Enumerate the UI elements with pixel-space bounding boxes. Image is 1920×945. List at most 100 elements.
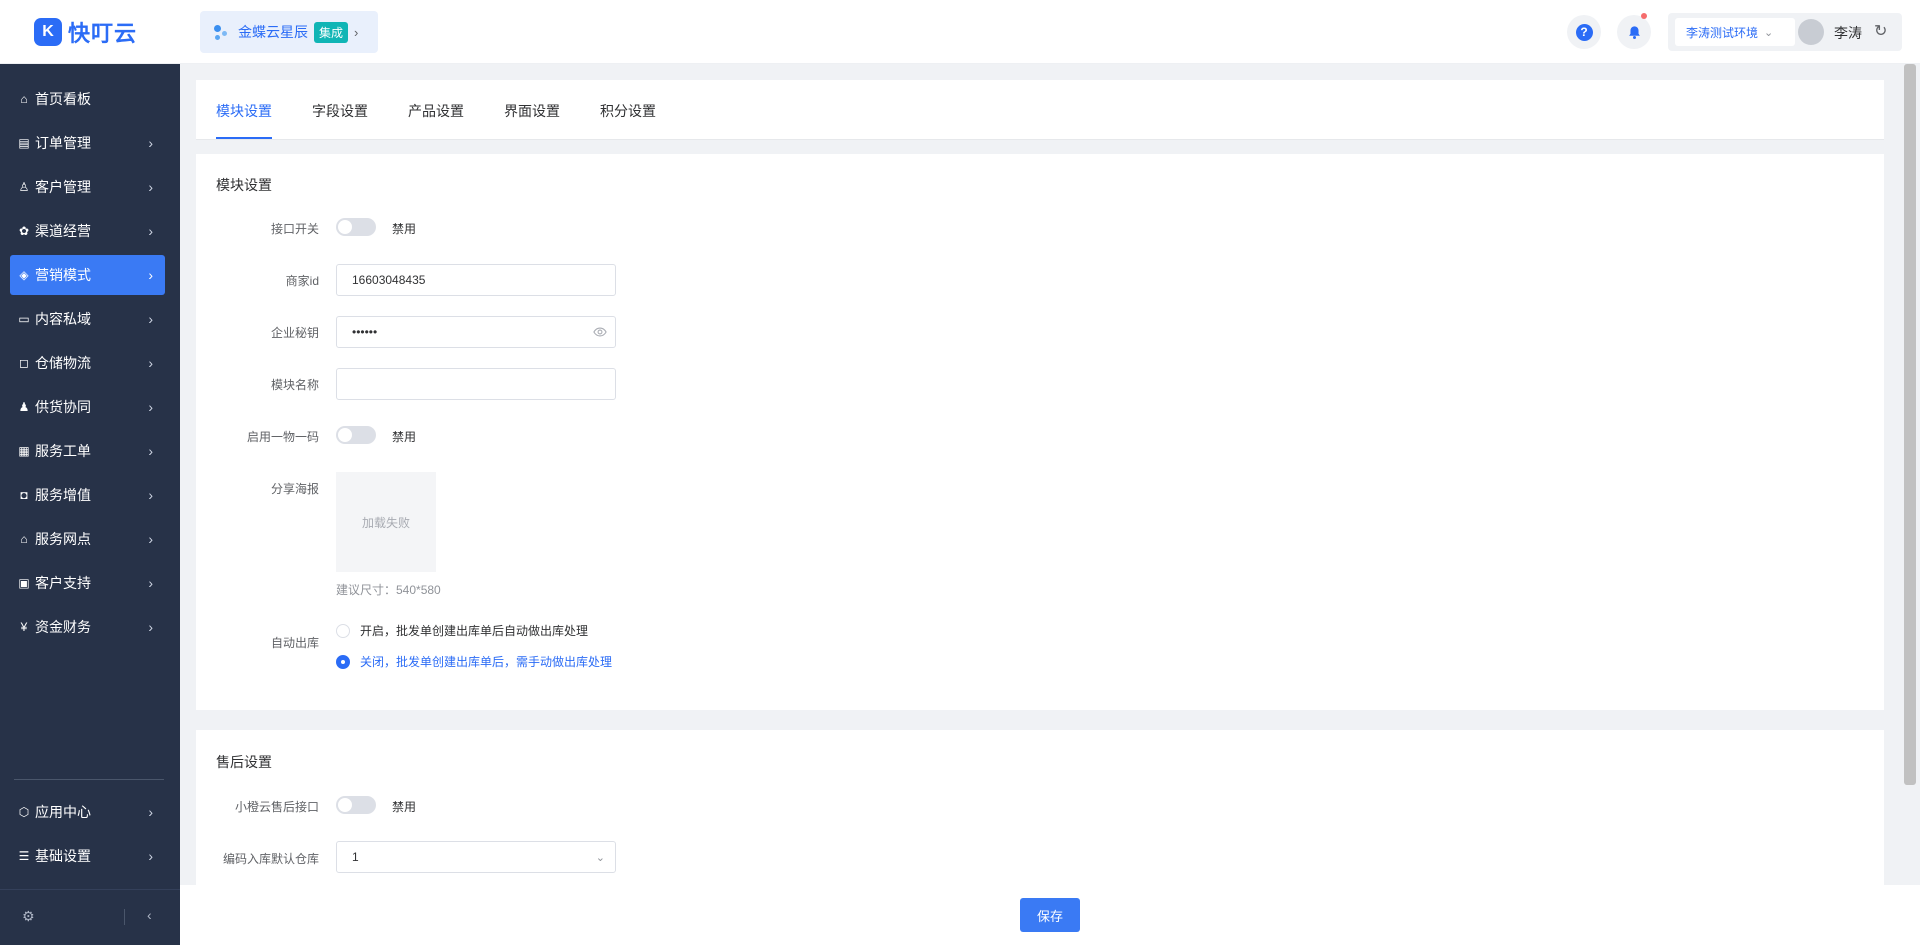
- sidebar-footer: ⚙ ‹: [0, 889, 180, 945]
- gear-icon[interactable]: ⚙: [22, 908, 35, 925]
- sidebar-item-label: 基础设置: [35, 848, 91, 864]
- sidebar-item-dashboard[interactable]: ⌂ 首页看板: [10, 79, 165, 119]
- avatar[interactable]: [1798, 19, 1824, 45]
- share-poster-upload[interactable]: 加载失败: [336, 472, 436, 572]
- sidebar-item-label: 服务增值: [35, 487, 91, 503]
- help-button[interactable]: ?: [1567, 15, 1601, 49]
- secret-key-value: ••••••: [352, 325, 378, 339]
- chevron-right-icon: ›: [148, 443, 153, 459]
- sidebar: ⌂ 首页看板 ▤ 订单管理 › ♙ 客户管理 › ✿ 渠道经营 › ◈ 营销模式…: [0, 64, 180, 945]
- sidebar-item-orders[interactable]: ▤ 订单管理 ›: [10, 123, 165, 163]
- tab-module-settings[interactable]: 模块设置: [216, 101, 272, 121]
- integration-logo-icon: [212, 23, 230, 41]
- user-icon: ♙: [18, 180, 30, 194]
- save-button[interactable]: 保存: [1020, 898, 1080, 932]
- one-code-toggle[interactable]: [336, 426, 376, 444]
- secret-key-input[interactable]: ••••••: [336, 316, 616, 348]
- notification-dot: [1641, 13, 1647, 19]
- merchant-id-value: 16603048435: [352, 273, 426, 287]
- radio-button[interactable]: [336, 623, 350, 638]
- radio-button-selected[interactable]: [336, 654, 350, 669]
- section-title: 售后设置: [216, 754, 272, 770]
- auto-outbound-option-off[interactable]: 关闭，批发单创建出库单后，需手动做出库处理: [336, 653, 612, 670]
- tab-product-settings[interactable]: 产品设置: [408, 101, 464, 121]
- sidebar-divider: [14, 779, 164, 780]
- collapse-sidebar-icon[interactable]: ‹: [147, 907, 152, 923]
- sidebar-item-customers[interactable]: ♙ 客户管理 ›: [10, 167, 165, 207]
- secret-key-label: 企业秘钥: [270, 326, 319, 340]
- cube-icon: ⬡: [18, 805, 30, 819]
- tab-points-settings[interactable]: 积分设置: [600, 101, 656, 121]
- one-code-state: 禁用: [392, 430, 417, 444]
- sidebar-item-service-outlets[interactable]: ⌂ 服务网点 ›: [10, 519, 165, 559]
- tab-field-settings[interactable]: 字段设置: [312, 101, 368, 121]
- chevron-down-icon: ⌄: [1764, 26, 1774, 39]
- sidebar-item-service-tickets[interactable]: ▦ 服务工单 ›: [10, 431, 165, 471]
- sidebar-item-basic-settings[interactable]: ☰ 基础设置 ›: [10, 836, 165, 876]
- environment-select[interactable]: 李涛测试环境 ⌄: [1675, 18, 1795, 46]
- ticket-icon: ▦: [18, 444, 30, 458]
- default-warehouse-select[interactable]: 1 ⌄: [336, 841, 616, 873]
- tag-icon: ◈: [19, 268, 29, 282]
- module-settings-card: 模块设置 接口开关 禁用 商家id 16603048435 企业秘钥 •••••…: [196, 154, 1884, 710]
- chevron-right-icon: ›: [148, 848, 153, 864]
- sidebar-item-marketing[interactable]: ◈ 营销模式 ›: [10, 255, 165, 295]
- sidebar-item-channels[interactable]: ✿ 渠道经营 ›: [10, 211, 165, 251]
- sidebar-item-supply[interactable]: ♟ 供货协同 ›: [10, 387, 165, 427]
- poster-load-status: 加载失败: [361, 515, 410, 530]
- yuan-icon: ¥: [20, 620, 28, 634]
- support-icon: ▣: [18, 576, 30, 590]
- chevron-right-icon: ›: [148, 179, 153, 195]
- bag-icon: ◘: [20, 488, 28, 502]
- radio-label: 开启，批发单创建出库单后自动做出库处理: [360, 624, 589, 638]
- notification-button[interactable]: [1617, 13, 1651, 49]
- sidebar-item-content[interactable]: ▭ 内容私域 ›: [10, 299, 165, 339]
- chevron-right-icon: ›: [148, 575, 153, 591]
- auto-outbound-label: 自动出库: [270, 636, 319, 650]
- sidebar-item-value-added[interactable]: ◘ 服务增值 ›: [10, 475, 165, 515]
- after-sales-card: 售后设置 小橙云售后接口 禁用 编码入库默认仓库 1 ⌄: [196, 730, 1884, 885]
- home-icon: ⌂: [20, 92, 28, 106]
- radio-label: 关闭，批发单创建出库单后，需手动做出库处理: [360, 655, 613, 669]
- sidebar-item-label: 服务工单: [35, 443, 91, 459]
- tab-interface-settings[interactable]: 界面设置: [504, 101, 560, 121]
- default-warehouse-value: 1: [352, 850, 359, 864]
- sidebar-item-label: 订单管理: [35, 135, 91, 151]
- chevron-right-icon: ›: [148, 804, 153, 820]
- chevron-right-icon: ›: [148, 355, 153, 371]
- supply-icon: ♟: [18, 400, 30, 414]
- bell-icon: [1628, 25, 1640, 39]
- box-icon: ◻: [19, 356, 29, 370]
- refresh-icon[interactable]: ↻: [1874, 21, 1887, 41]
- integration-switcher[interactable]: 金蝶云星辰 集成 ›: [200, 11, 378, 53]
- sidebar-item-label: 渠道经营: [35, 223, 91, 239]
- eye-icon[interactable]: [593, 325, 607, 339]
- after-sales-api-toggle[interactable]: [336, 796, 376, 814]
- sidebar-item-label: 供货协同: [35, 399, 91, 415]
- module-name-input[interactable]: [336, 368, 616, 400]
- vertical-scrollbar[interactable]: [1904, 64, 1916, 785]
- sidebar-item-label: 客户管理: [35, 179, 91, 195]
- auto-outbound-option-on[interactable]: 开启，批发单创建出库单后自动做出库处理: [336, 622, 588, 639]
- default-warehouse-label: 编码入库默认仓库: [222, 852, 319, 866]
- divider: [124, 909, 125, 925]
- sidebar-item-support[interactable]: ▣ 客户支持 ›: [10, 563, 165, 603]
- api-switch-toggle[interactable]: [336, 218, 376, 236]
- sidebar-item-label: 资金财务: [35, 619, 91, 635]
- api-switch-state: 禁用: [392, 222, 417, 236]
- merchant-id-input[interactable]: 16603048435: [336, 264, 616, 296]
- logo-mark-icon: K: [34, 18, 62, 46]
- app-logo[interactable]: K 快叮云: [34, 16, 137, 48]
- help-icon: ?: [1575, 23, 1593, 41]
- chevron-right-icon: ›: [148, 311, 153, 327]
- user-name[interactable]: 李涛: [1834, 23, 1862, 43]
- settings-tabs: 模块设置 字段设置 产品设置 界面设置 积分设置: [196, 80, 1884, 140]
- top-bar: K 快叮云 金蝶云星辰 集成 › ? 李涛测试环境 ⌄ 李涛 ↻: [0, 0, 1920, 64]
- sidebar-item-app-center[interactable]: ⬡ 应用中心 ›: [10, 792, 165, 832]
- chevron-right-icon: ›: [148, 267, 153, 283]
- sidebar-item-label: 首页看板: [35, 91, 91, 107]
- sidebar-item-finance[interactable]: ¥ 资金财务 ›: [10, 607, 165, 647]
- module-name-label: 模块名称: [270, 378, 319, 392]
- sidebar-item-warehouse[interactable]: ◻ 仓储物流 ›: [10, 343, 165, 383]
- merchant-id-label: 商家id: [285, 274, 319, 288]
